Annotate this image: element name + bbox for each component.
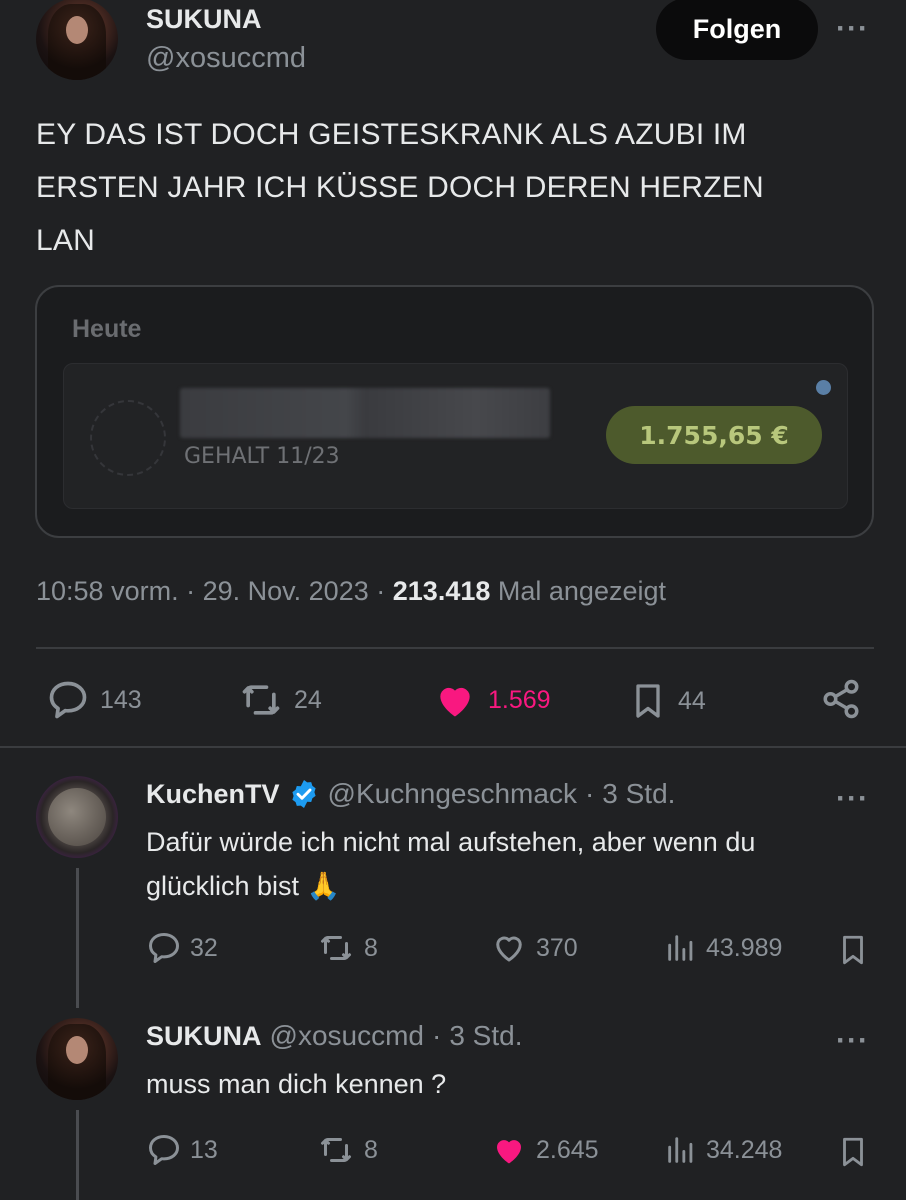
meta-separator: · (376, 576, 386, 606)
analytics-icon (668, 1137, 693, 1163)
reply-text-line: muss man dich kennen ? (146, 1069, 447, 1099)
heart-filled-icon (440, 687, 470, 717)
analytics-icon (668, 935, 693, 961)
reply-header: SUKUNA @xosuccmd · 3 Std. (146, 1020, 522, 1052)
reply-icon (49, 681, 87, 719)
bookmark-button[interactable] (836, 1132, 870, 1172)
reply-author-handle[interactable]: @Kuchngeschmack (328, 778, 577, 810)
like-count: 1.569 (488, 685, 551, 714)
reply-time[interactable]: 3 Std. (449, 1020, 522, 1052)
reply-count: 32 (190, 933, 218, 962)
bookmark-icon (843, 935, 863, 965)
reply-button[interactable]: 143 (46, 678, 142, 722)
reply-time[interactable]: 3 Std. (602, 778, 675, 810)
heart-filled-icon (497, 1140, 521, 1164)
reply-icon (149, 1135, 179, 1165)
more-options-icon[interactable]: ··· (836, 1024, 869, 1058)
reply-header: KuchenTV @Kuchngeschmack · 3 Std. (146, 778, 675, 810)
retweet-count: 24 (294, 685, 322, 714)
transaction-label: GEHALT 11/23 (184, 444, 340, 469)
meta-separator: · (584, 778, 595, 809)
author-name[interactable]: SUKUNA (146, 4, 262, 35)
card-heading: Heute (72, 315, 142, 343)
reply-avatar[interactable] (36, 1018, 118, 1100)
views-count: 43.989 (706, 933, 783, 962)
retweet-button[interactable]: 24 (238, 678, 322, 722)
retweet-icon (242, 685, 280, 715)
author-avatar[interactable] (36, 0, 118, 80)
transaction-row: GEHALT 11/23 1.755,65 € (63, 363, 848, 509)
tweet-text-line: LAN (36, 224, 95, 257)
reply-button[interactable]: 32 (146, 930, 218, 966)
more-options-icon[interactable]: ··· (836, 782, 869, 816)
reply-button[interactable]: 13 (146, 1132, 218, 1168)
thread-line (76, 1110, 79, 1200)
follow-button[interactable]: Folgen (656, 0, 818, 60)
reply-author-handle[interactable]: @xosuccmd (270, 1020, 424, 1052)
bookmark-count: 44 (678, 686, 706, 715)
reply-author-name[interactable]: KuchenTV (146, 779, 280, 810)
like-button[interactable]: 2.645 (490, 1132, 599, 1168)
divider (0, 746, 906, 748)
divider (36, 647, 874, 649)
like-count: 370 (536, 933, 578, 962)
meta-separator: · (186, 576, 196, 606)
like-button[interactable]: 1.569 (432, 678, 551, 722)
heart-icon (496, 936, 522, 962)
retweet-button[interactable]: 8 (316, 930, 378, 966)
share-icon (823, 679, 859, 719)
tweet-meta: 10:58 vorm. · 29. Nov. 2023 · 213.418 Ma… (36, 576, 666, 607)
attached-image-card[interactable]: Heute GEHALT 11/23 1.755,65 € (35, 285, 874, 538)
view-count-label: Mal angezeigt (497, 576, 666, 606)
views-count: 34.248 (706, 1135, 783, 1164)
retweet-button[interactable]: 8 (316, 1132, 378, 1168)
retweet-icon (321, 936, 351, 960)
meta-separator: · (431, 1020, 442, 1051)
bookmark-button[interactable] (836, 930, 870, 970)
reply-icon (149, 933, 179, 963)
reply-author-name[interactable]: SUKUNA (146, 1021, 262, 1052)
blurred-sender-name (180, 388, 550, 438)
thread-line (76, 868, 79, 1008)
bookmark-icon (636, 684, 660, 718)
unread-dot (816, 380, 831, 395)
view-count: 213.418 (392, 576, 491, 606)
retweet-icon (321, 1138, 351, 1162)
share-button[interactable] (820, 678, 862, 720)
tweet-date[interactable]: 29. Nov. 2023 (203, 576, 369, 606)
reply-count: 143 (100, 685, 142, 714)
tweet-text: EY DAS IST DOCH GEISTESKRANK ALS AZUBI I… (36, 108, 856, 267)
author-handle[interactable]: @xosuccmd (146, 42, 306, 75)
reply-avatar[interactable] (36, 776, 118, 858)
views-button[interactable]: 34.248 (664, 1132, 782, 1168)
retweet-count: 8 (364, 1135, 378, 1164)
tweet-text-line: ERSTEN JAHR ICH KÜSSE DOCH DEREN HERZEN (36, 171, 764, 204)
verified-badge-icon (291, 780, 316, 808)
reply-count: 13 (190, 1135, 218, 1164)
retweet-count: 8 (364, 933, 378, 962)
more-options-icon[interactable]: ··· (836, 12, 869, 46)
transaction-amount: 1.755,65 € (606, 406, 822, 464)
reply-text: Dafür würde ich nicht mal aufstehen, abe… (146, 820, 876, 908)
bookmark-button[interactable]: 44 (628, 678, 706, 724)
tweet-time[interactable]: 10:58 vorm. (36, 576, 179, 606)
views-button[interactable]: 43.989 (664, 930, 782, 966)
tweet-text-line: EY DAS IST DOCH GEISTESKRANK ALS AZUBI I… (36, 118, 747, 151)
like-button[interactable]: 370 (490, 930, 578, 966)
reply-text-line: Dafür würde ich nicht mal aufstehen, abe… (146, 827, 756, 857)
bookmark-icon (843, 1137, 863, 1167)
reply-text: muss man dich kennen ? (146, 1062, 876, 1106)
transaction-logo-placeholder (90, 400, 166, 476)
reply-text-line: glücklich bist 🙏 (146, 871, 341, 901)
like-count: 2.645 (536, 1135, 599, 1164)
